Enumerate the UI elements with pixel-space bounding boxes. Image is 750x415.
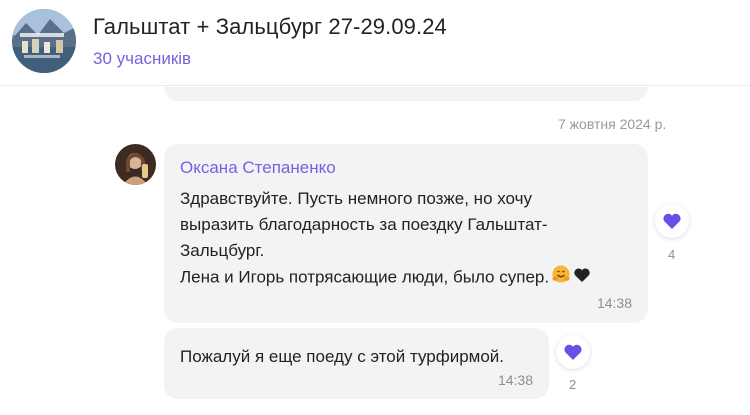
purple-heart-icon — [663, 213, 681, 229]
message-feed: 7 жовтня 2024 р. Оксана Степаненко Здрав… — [0, 87, 750, 415]
chat-title: Гальштат + Зальцбург 27-29.09.24 — [93, 14, 447, 39]
message-bubble[interactable]: Оксана Степаненко Здравствуйте. Пусть не… — [164, 144, 648, 323]
heart-emoji-icon — [573, 265, 591, 291]
message-bubble[interactable]: Пожалуй я еще поеду с этой турфирмой. 14… — [164, 328, 549, 399]
purple-heart-icon — [564, 344, 582, 360]
reaction-count: 4 — [668, 247, 676, 262]
reaction-count: 2 — [569, 377, 577, 392]
group-avatar[interactable] — [12, 9, 76, 73]
message-line: Зальцбург. — [180, 241, 265, 260]
message-time: 14:38 — [596, 295, 632, 311]
previous-message-bubble — [164, 87, 648, 101]
message-line: Пожалуй я еще поеду с этой турфирмой. — [180, 347, 505, 366]
message-text: Пожалуй я еще поеду с этой турфирмой. — [180, 344, 504, 370]
members-count-link[interactable]: 30 учасників — [93, 49, 191, 69]
chat-header: Гальштат + Зальцбург 27-29.09.24 30 учас… — [0, 0, 750, 86]
message-line-with-emoji: Лена и Игорь потрясающие люди, было супе… — [180, 264, 591, 292]
message-time: 14:38 — [497, 372, 533, 388]
message-line: выразить благодарность за поездку Гальшт… — [180, 215, 548, 234]
heart-reaction-button[interactable] — [556, 335, 590, 369]
heart-reaction-button[interactable] — [655, 204, 689, 238]
message-line: Лена и Игорь потрясающие люди, было супе… — [180, 267, 550, 287]
sender-avatar[interactable] — [115, 144, 156, 185]
message-line: Здравствуйте. Пусть немного позже, но хо… — [180, 189, 532, 208]
message-text: Здравствуйте. Пусть немного позже, но хо… — [180, 186, 591, 292]
hugging-face-emoji-icon — [551, 264, 571, 292]
date-divider: 7 жовтня 2024 р. — [558, 116, 667, 132]
sender-name[interactable]: Оксана Степаненко — [180, 158, 336, 178]
